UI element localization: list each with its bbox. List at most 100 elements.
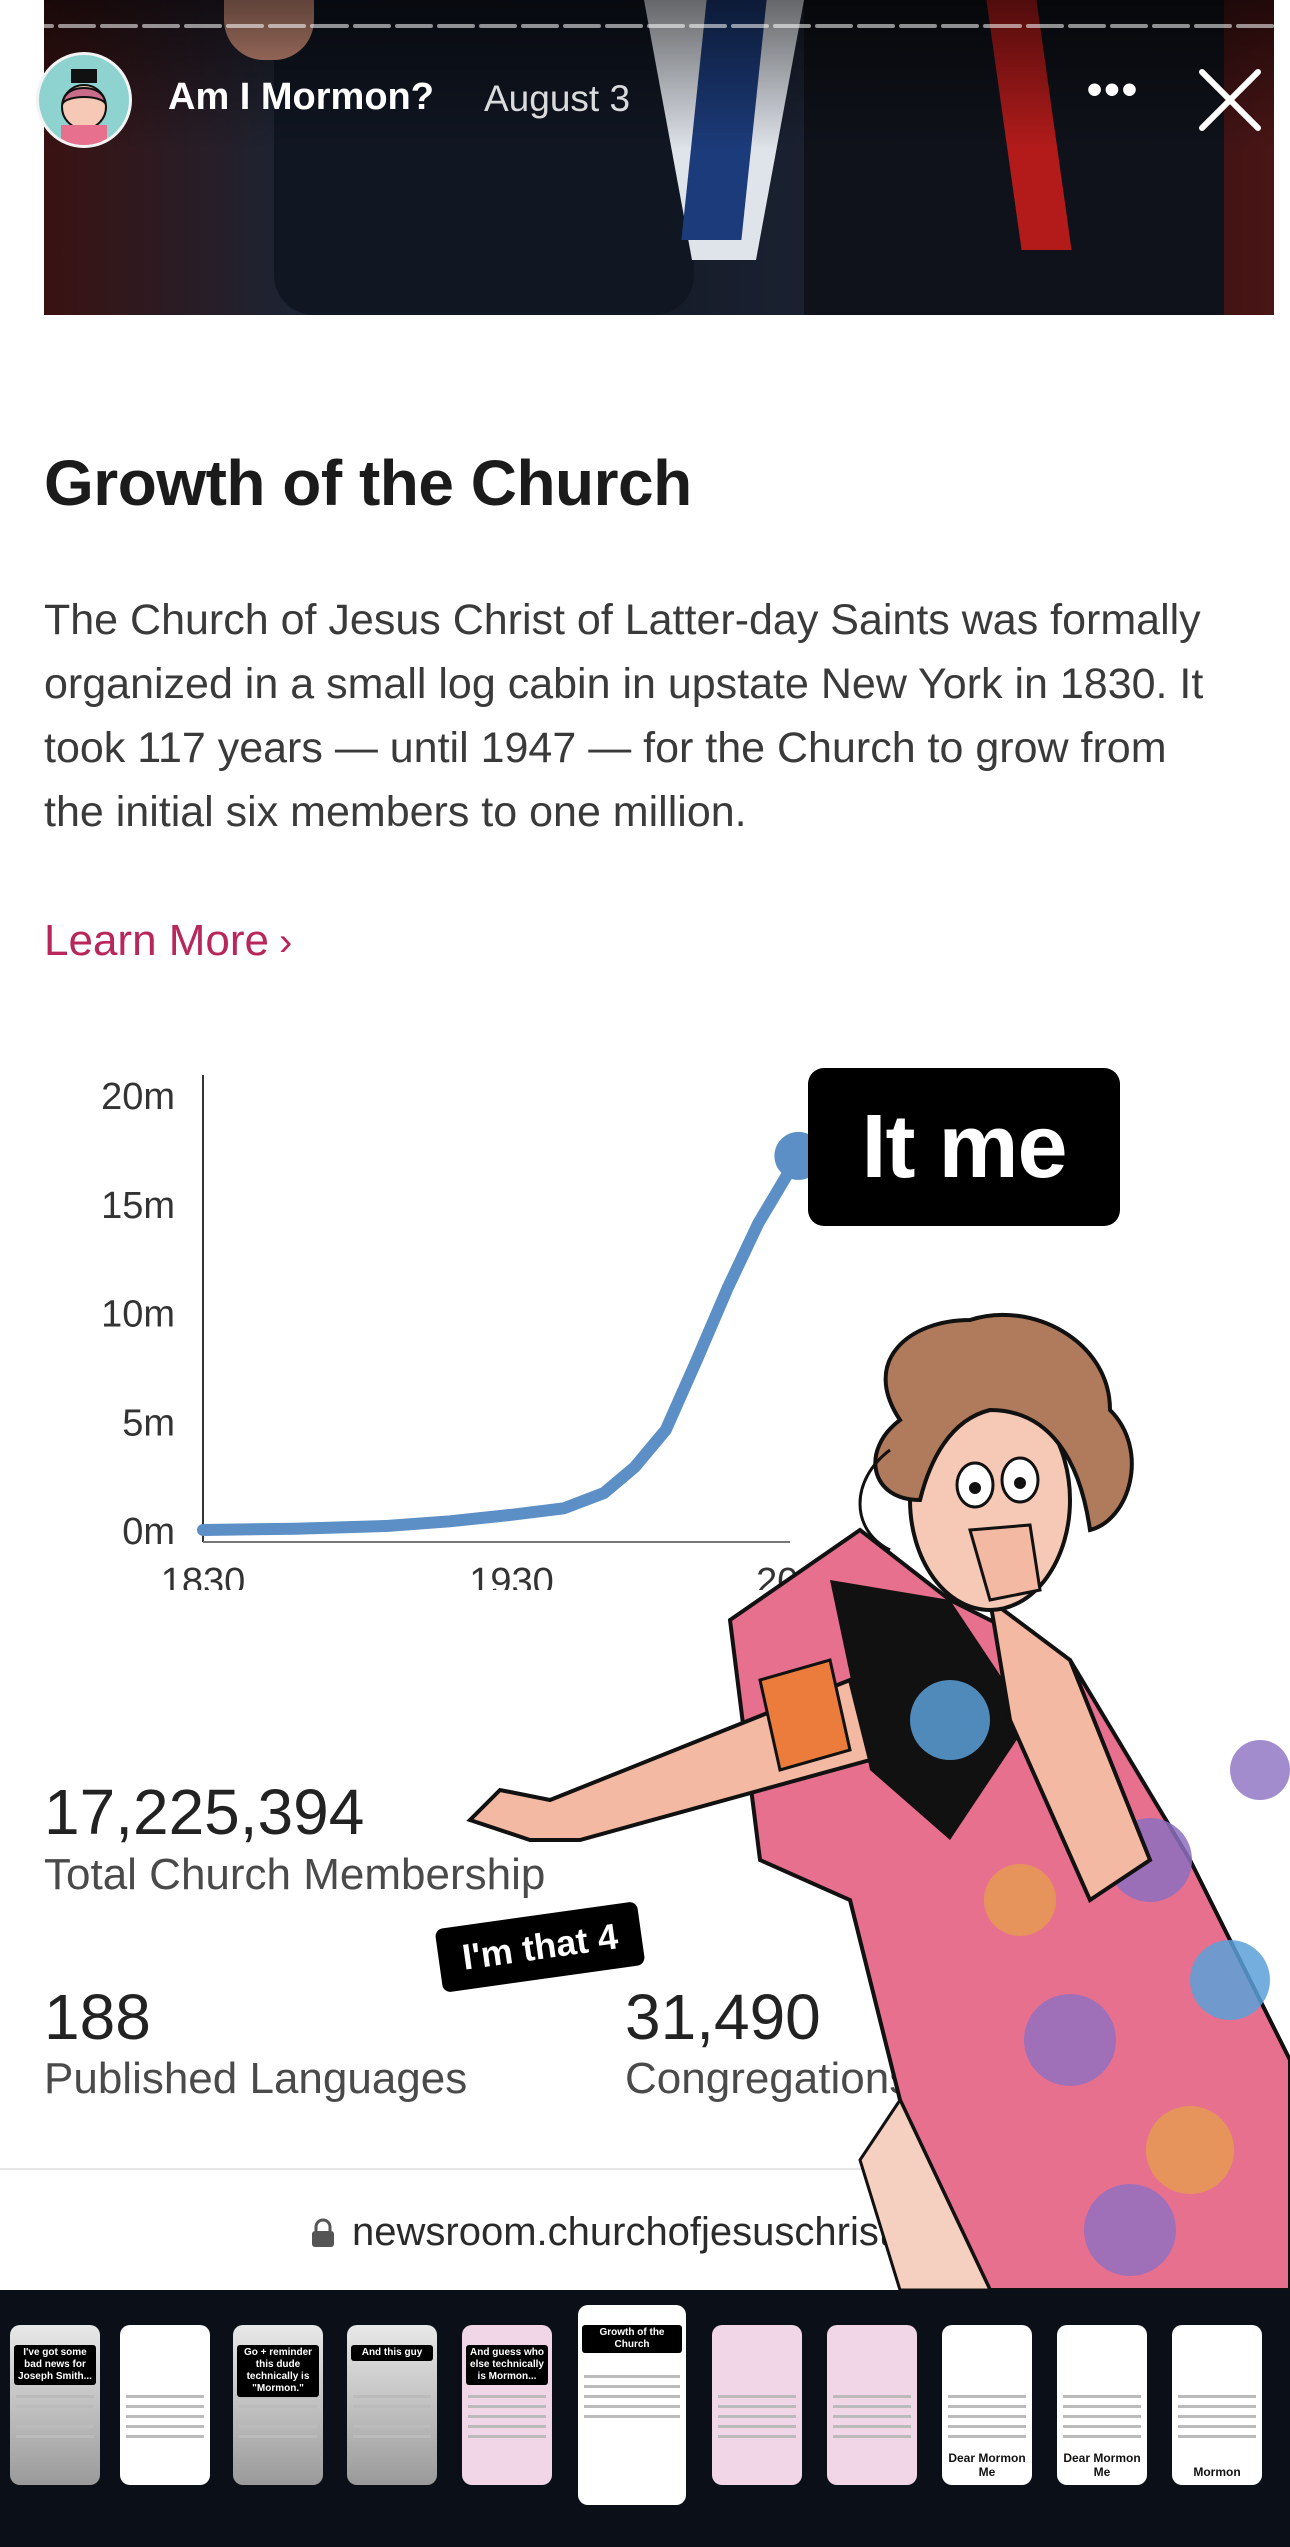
article-body: The Church of Jesus Christ of Latter-day… xyxy=(44,596,1204,836)
thumbnail-text-line xyxy=(16,2415,94,2418)
thumbnail-text-line xyxy=(353,2415,431,2418)
story-thumbnail[interactable]: Dear Mormon Me xyxy=(1057,2325,1147,2485)
thumbnail-text-line xyxy=(833,2415,911,2418)
thumbnail-text-line xyxy=(126,2435,204,2438)
thumbnail-label: I've got some bad news for Joseph Smith.… xyxy=(14,2345,96,2385)
thumbnail-text-line xyxy=(833,2425,911,2428)
thumbnail-text-line xyxy=(584,2375,680,2378)
thumbnail-text-line xyxy=(353,2405,431,2408)
account-name[interactable]: Am I Mormon? xyxy=(168,76,434,119)
languages-label: Published Languages xyxy=(44,2054,468,2103)
screenshot-card: Growth of the Church The Church of Jesus… xyxy=(0,0,1290,2290)
more-options-button[interactable]: ••• xyxy=(1078,68,1148,130)
x-tick-label: 1830 xyxy=(161,1561,246,1590)
thumbnail-text-line xyxy=(833,2395,911,2398)
story-thumbnail[interactable] xyxy=(120,2325,210,2485)
post-date: August 3 xyxy=(484,78,631,119)
thumbnail-text-line xyxy=(833,2435,911,2438)
thumbnail-text-line xyxy=(468,2425,546,2428)
thumbnail-text-line xyxy=(239,2405,317,2408)
thumbnail-text-line xyxy=(948,2435,1026,2438)
it-me-sticker[interactable]: It me xyxy=(808,1068,1120,1226)
thumbnail-text-line xyxy=(353,2395,431,2398)
story-thumbnail[interactable] xyxy=(827,2325,917,2485)
thumbnail-text-line xyxy=(1063,2405,1141,2408)
thumbnail-text-line xyxy=(126,2405,204,2408)
thumbnail-text-line xyxy=(948,2405,1026,2408)
languages-value: 188 xyxy=(44,1981,151,2053)
y-tick-label: 15m xyxy=(101,1185,175,1227)
thumbnail-text-line xyxy=(1178,2395,1256,2398)
thumbnail-text-line xyxy=(948,2425,1026,2428)
thumbnail-text-line xyxy=(239,2435,317,2438)
story-thumbnail[interactable]: And this guy xyxy=(347,2325,437,2485)
y-tick-label: 10m xyxy=(101,1294,175,1336)
thumbnail-text-line xyxy=(126,2425,204,2428)
thumbnail-label: And guess who else technically is Mormon… xyxy=(466,2345,548,2385)
thumbnail-label: Mormon xyxy=(1193,2465,1241,2479)
y-tick-label: 0m xyxy=(122,1511,175,1553)
thumbnail-text-line xyxy=(1063,2415,1141,2418)
thumbnail-text-line xyxy=(468,2415,546,2418)
lock-icon xyxy=(312,2218,334,2247)
story-thumbnail[interactable]: Growth of the Church xyxy=(578,2305,686,2505)
thumbnail-text-line xyxy=(718,2415,796,2418)
story-thumbnail[interactable]: Go + reminder this dude technically is "… xyxy=(233,2325,323,2485)
thumbnail-text-line xyxy=(718,2395,796,2398)
top-photo xyxy=(44,0,1274,315)
story-thumbnail[interactable] xyxy=(712,2325,802,2485)
thumbnail-text-line xyxy=(1063,2435,1141,2438)
thumbnail-text-line xyxy=(1178,2425,1256,2428)
thumbnail-text-line xyxy=(584,2385,680,2388)
account-avatar[interactable] xyxy=(36,52,132,148)
article-title: Growth of the Church xyxy=(44,447,692,519)
thumbnail-text-line xyxy=(584,2415,680,2418)
story-thumbnail[interactable]: Dear Mormon Me xyxy=(942,2325,1032,2485)
thumbnail-text-line xyxy=(239,2425,317,2428)
thumbnail-text-line xyxy=(718,2435,796,2438)
thumbnail-text-line xyxy=(353,2435,431,2438)
thumbnail-text-line xyxy=(584,2405,680,2408)
thumbnail-text-line xyxy=(584,2395,680,2398)
thumbnail-label: Dear Mormon Me xyxy=(1063,2451,1141,2479)
thumbnail-text-line xyxy=(718,2425,796,2428)
thumbnail-text-line xyxy=(16,2425,94,2428)
learn-more-link[interactable]: Learn More › xyxy=(44,916,292,966)
thumbnail-text-line xyxy=(16,2395,94,2398)
thumbnail-text-line xyxy=(468,2435,546,2438)
story-progress xyxy=(16,24,1274,28)
character-drawing xyxy=(466,1312,1290,2290)
thumbnail-text-line xyxy=(948,2415,1026,2418)
thumbnail-text-line xyxy=(833,2405,911,2408)
y-tick-label: 20m xyxy=(101,1076,175,1118)
membership-value: 17,225,394 xyxy=(44,1776,365,1848)
thumbnail-text-line xyxy=(126,2395,204,2398)
thumbnail-text-line xyxy=(1063,2395,1141,2398)
thumbnail-text-line xyxy=(468,2405,546,2408)
thumbnail-text-line xyxy=(948,2395,1026,2398)
close-icon[interactable] xyxy=(1196,66,1264,134)
chevron-right-icon: › xyxy=(279,920,293,964)
y-tick-label: 5m xyxy=(122,1402,175,1444)
thumbnail-text-line xyxy=(353,2425,431,2428)
thumbnail-text-line xyxy=(718,2405,796,2408)
thumbnail-text-line xyxy=(16,2405,94,2408)
thumbnail-label: Dear Mormon Me xyxy=(948,2451,1026,2479)
thumbnail-label: And this guy xyxy=(351,2345,433,2361)
thumbnail-label: Growth of the Church xyxy=(582,2325,682,2353)
thumbnail-label: Go + reminder this dude technically is "… xyxy=(237,2345,319,2397)
thumbnail-text-line xyxy=(239,2415,317,2418)
learn-more-label: Learn More xyxy=(44,916,270,965)
thumbnail-text-line xyxy=(1063,2425,1141,2428)
thumbnail-text-line xyxy=(1178,2415,1256,2418)
story-thumbnail[interactable]: And guess who else technically is Mormon… xyxy=(462,2325,552,2485)
avatar-illustration-icon xyxy=(61,69,107,145)
thumbnail-text-line xyxy=(468,2395,546,2398)
story-thumbnail[interactable]: I've got some bad news for Joseph Smith.… xyxy=(10,2325,100,2485)
thumbnail-text-line xyxy=(126,2415,204,2418)
thumbnail-text-line xyxy=(1178,2435,1256,2438)
thumbnail-text-line xyxy=(1178,2405,1256,2408)
thumbnail-text-line xyxy=(16,2435,94,2438)
story-viewer[interactable]: Growth of the Church The Church of Jesus… xyxy=(0,0,1290,2290)
story-thumbnail[interactable]: Mormon xyxy=(1172,2325,1262,2485)
